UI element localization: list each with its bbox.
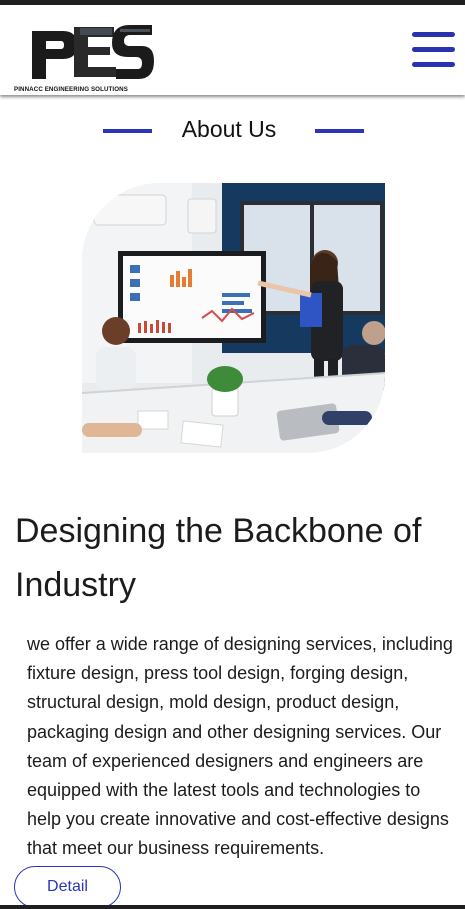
about-title: About Us <box>181 116 277 142</box>
body-line: team of experienced designers and engine… <box>27 750 424 771</box>
headline-line-1: Designing the Backbone of <box>15 512 422 550</box>
company-logo[interactable]: PINNACC ENGINEERING SOLUTIONS <box>14 23 159 95</box>
body-line: structural design, mold design, product … <box>27 692 400 713</box>
site-header: PINNACC ENGINEERING SOLUTIONS <box>0 5 465 95</box>
logo-caption: PINNACC ENGINEERING SOLUTIONS <box>14 86 128 93</box>
body-line: packaging design and other designing ser… <box>27 721 442 742</box>
body-paragraph: we offer a wide range of designing servi… <box>27 630 465 864</box>
body-line: we offer a wide range of designing servi… <box>27 634 453 654</box>
heading-dash-left <box>103 129 152 133</box>
body-line: that meet our business requirements. <box>27 838 325 859</box>
headline: Designing the Backbone of Industry <box>15 504 465 612</box>
body-line: fixture design, press tool design, forgi… <box>27 663 409 684</box>
headline-line-2: Industry <box>15 566 136 604</box>
meeting-photo <box>82 183 385 453</box>
heading-dash-right <box>315 129 364 133</box>
body-line: equipped with the latest tools and techn… <box>27 780 421 801</box>
detail-button[interactable]: Detail <box>14 866 121 908</box>
body-line: help you create innovative and cost-effe… <box>27 809 449 830</box>
bottom-bar <box>0 905 465 909</box>
about-image <box>82 183 385 453</box>
hamburger-menu-icon[interactable] <box>412 32 456 70</box>
about-heading: About Us <box>0 113 465 147</box>
pes-logo-mark <box>32 25 154 79</box>
